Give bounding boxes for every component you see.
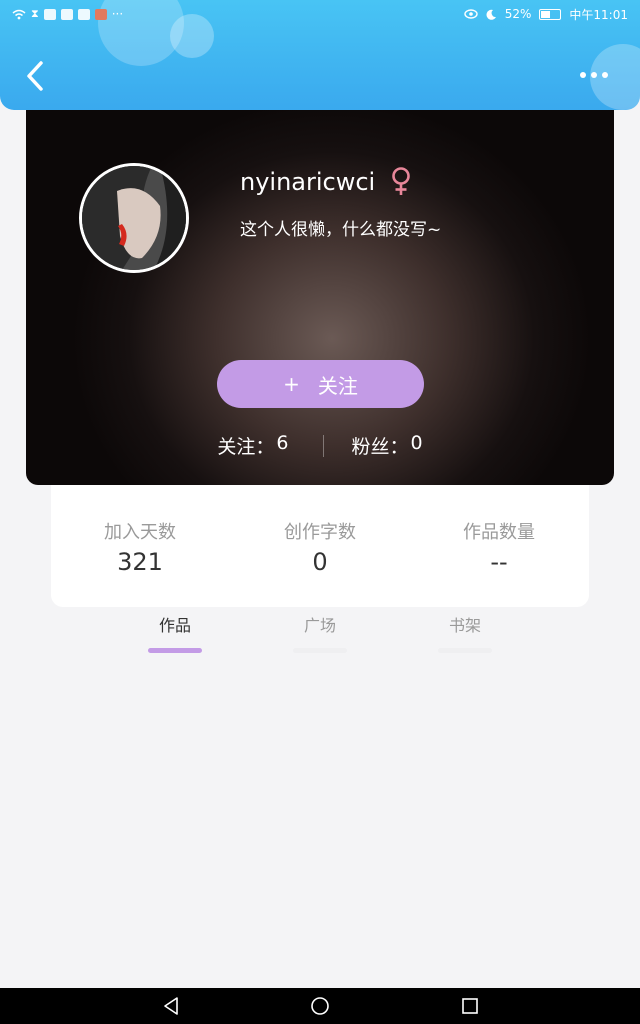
tab-label: 作品 bbox=[158, 616, 191, 635]
info-label: 作品数量 bbox=[463, 522, 535, 543]
info-label: 加入天数 bbox=[104, 522, 176, 543]
info-value: -- bbox=[490, 548, 508, 576]
following-stat[interactable]: 关注： 6 bbox=[217, 432, 288, 459]
tab-bookshelf[interactable]: 书架 bbox=[425, 612, 505, 653]
username: nyinaricwci bbox=[240, 168, 376, 196]
tab-indicator bbox=[438, 648, 492, 653]
tab-indicator bbox=[293, 648, 347, 653]
info-value: 321 bbox=[117, 548, 163, 576]
nav-home-icon[interactable] bbox=[309, 995, 331, 1017]
system-nav-bar bbox=[0, 988, 640, 1024]
more-dots-icon bbox=[591, 72, 597, 78]
avatar-image bbox=[82, 166, 186, 270]
game-icon bbox=[94, 8, 107, 20]
following-count: 6 bbox=[276, 432, 289, 454]
followers-label: 粉丝： bbox=[351, 436, 409, 458]
more-options-button[interactable] bbox=[574, 62, 614, 88]
hourglass-icon: ⧗ bbox=[31, 7, 39, 20]
follow-button-label: 关注 bbox=[317, 373, 358, 398]
chevron-left-icon bbox=[27, 61, 43, 91]
tab-bar: 作品 广场 书架 bbox=[0, 612, 640, 662]
status-notification-icons: ⧗ ··· bbox=[12, 7, 123, 21]
tab-square[interactable]: 广场 bbox=[280, 612, 360, 653]
tab-works[interactable]: 作品 bbox=[135, 612, 215, 653]
battery-percent: 52% bbox=[504, 7, 532, 21]
nav-back-icon[interactable] bbox=[160, 995, 182, 1017]
female-icon bbox=[392, 167, 410, 195]
info-join-days: 加入天数 321 bbox=[70, 518, 210, 576]
moon-icon bbox=[486, 9, 496, 20]
nav-recents-icon[interactable] bbox=[459, 995, 481, 1017]
app-icon bbox=[77, 8, 90, 20]
info-card: 加入天数 321 创作字数 0 作品数量 -- bbox=[51, 470, 589, 607]
tab-label: 书架 bbox=[448, 616, 481, 635]
status-system-icons: 52% 中午11:01 bbox=[464, 6, 628, 23]
following-label: 关注： bbox=[217, 436, 275, 458]
more-notifications: ··· bbox=[111, 7, 124, 21]
app-icon bbox=[60, 8, 73, 20]
more-dots-icon bbox=[580, 72, 586, 78]
bio-text: 这个人很懒，什么都没写~ bbox=[240, 220, 442, 240]
tab-label: 广场 bbox=[303, 616, 336, 635]
battery-icon bbox=[539, 8, 562, 20]
stat-divider bbox=[322, 434, 324, 457]
eye-icon bbox=[464, 9, 478, 19]
info-works-count: 作品数量 -- bbox=[429, 518, 569, 576]
plus-icon: + bbox=[283, 372, 300, 396]
tab-indicator bbox=[148, 648, 202, 653]
shield-icon bbox=[43, 8, 56, 20]
back-button[interactable] bbox=[20, 56, 50, 96]
follow-button[interactable]: + 关注 bbox=[217, 360, 424, 408]
app-header: ⧗ ··· 52% 中午11:01 bbox=[0, 0, 640, 110]
status-bar: ⧗ ··· 52% 中午11:01 bbox=[0, 0, 640, 28]
info-label: 创作字数 bbox=[284, 522, 356, 543]
profile-card: nyinaricwci 这个人很懒，什么都没写~ + 关注 关注： 6 粉丝： … bbox=[26, 100, 614, 485]
follow-stats: 关注： 6 粉丝： 0 bbox=[26, 432, 614, 459]
followers-stat[interactable]: 粉丝： 0 bbox=[352, 432, 423, 459]
info-word-count: 创作字数 0 bbox=[250, 518, 390, 576]
more-dots-icon bbox=[602, 72, 608, 78]
info-value: 0 bbox=[312, 548, 328, 576]
wifi-icon bbox=[12, 9, 26, 19]
avatar[interactable] bbox=[79, 163, 189, 273]
clock: 中午11:01 bbox=[569, 7, 628, 22]
followers-count: 0 bbox=[410, 432, 423, 454]
